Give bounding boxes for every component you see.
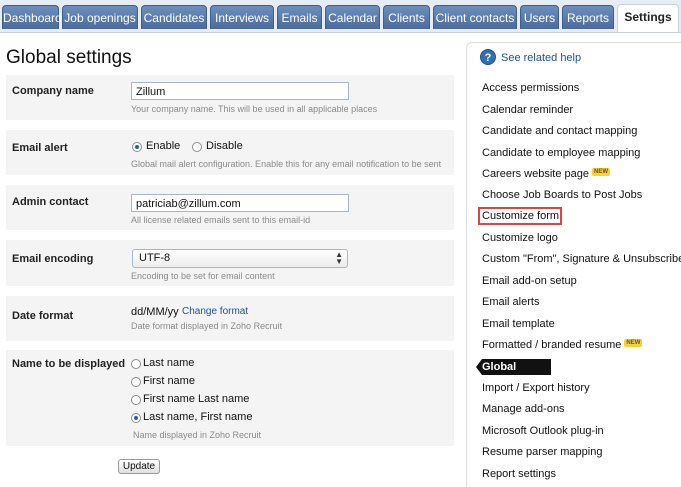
sidebar-item-manage-addons[interactable]: Manage add-ons <box>482 403 565 415</box>
sidebar-item-job-boards[interactable]: Choose Job Boards to Post Jobs <box>482 189 642 201</box>
sidebar-item-email-template[interactable]: Email template <box>482 318 555 330</box>
update-button[interactable]: Update <box>118 459 160 474</box>
sidebar-item-resume-parser-mapping[interactable]: Resume parser mapping <box>482 446 602 458</box>
admin-contact-helper: All license related emails sent to this … <box>131 215 311 225</box>
name-option-last-label[interactable]: Last name <box>143 357 194 369</box>
select-arrows-icon: ▲ ▼ <box>335 250 343 266</box>
new-badge: NEW <box>592 168 611 176</box>
change-format-link[interactable]: Change format <box>182 306 248 317</box>
name-option-last-first-label[interactable]: Last name, First name <box>143 411 252 423</box>
email-alert-helper: Global mail alert configuration. Enable … <box>131 159 442 169</box>
name-option-last-first-radio[interactable] <box>131 413 141 423</box>
sidebar-item-custom-from-signature[interactable]: Custom "From", Signature & Unsubscribe <box>482 253 681 265</box>
tab-interviews[interactable]: Interviews <box>210 5 274 29</box>
email-alert-enable-radio[interactable] <box>132 142 142 152</box>
date-format-value: dd/MM/yy <box>131 306 179 318</box>
sidebar-item-customize-logo[interactable]: Customize logo <box>482 232 558 244</box>
tab-job-openings[interactable]: Job openings <box>62 5 138 29</box>
email-encoding-select[interactable]: UTF-8 ▲ ▼ <box>132 249 348 268</box>
sidebar-item-label: Formatted / branded resume <box>482 339 622 351</box>
sidebar-item-careers-website-page[interactable]: Careers website page NEW <box>482 168 611 180</box>
new-badge: NEW <box>624 339 643 347</box>
email-alert-enable-label[interactable]: Enable <box>146 140 180 152</box>
sidebar-item-access-permissions[interactable]: Access permissions <box>482 82 579 94</box>
sidebar-item-outlook-plugin[interactable]: Microsoft Outlook plug-in <box>482 425 604 437</box>
name-display-helper: Name displayed in Zoho Recruit <box>133 430 262 440</box>
admin-contact-label: Admin contact <box>12 196 89 208</box>
company-name-helper: Your company name. This will be used in … <box>131 104 378 114</box>
see-related-help-link[interactable]: See related help <box>501 52 581 64</box>
name-display-label: Name to be displayed <box>12 358 126 370</box>
date-format-label: Date format <box>12 310 74 322</box>
sidebar-item-calendar-reminder[interactable]: Calendar reminder <box>482 104 573 116</box>
email-alert-disable-radio[interactable] <box>192 142 202 152</box>
name-option-first-radio[interactable] <box>131 377 141 387</box>
sidebar-item-branded-resume[interactable]: Formatted / branded resume NEW <box>482 339 643 351</box>
email-alert-label: Email alert <box>12 142 68 154</box>
tab-candidates[interactable]: Candidates <box>141 5 207 29</box>
sidebar-item-import-export-history[interactable]: Import / Export history <box>482 382 590 394</box>
tab-dashboard[interactable]: Dashboard <box>2 5 62 29</box>
tab-clients[interactable]: Clients <box>383 5 430 29</box>
email-encoding-value: UTF-8 <box>139 252 171 264</box>
sidebar-item-customize-form[interactable]: Customize form <box>482 210 559 222</box>
sidebar-item-global-settings[interactable]: Global settings <box>476 359 551 375</box>
company-name-input[interactable]: Zillum <box>131 82 349 100</box>
company-name-label: Company name <box>12 85 94 97</box>
name-option-first-last-radio[interactable] <box>131 395 141 405</box>
admin-contact-input[interactable]: patriciab@zillum.com <box>131 194 349 212</box>
email-alert-disable-label[interactable]: Disable <box>206 140 243 152</box>
email-encoding-label: Email encoding <box>12 253 94 265</box>
sidebar-item-email-addon-setup[interactable]: Email add-on setup <box>482 275 577 287</box>
date-format-helper: Date format displayed in Zoho Recruit <box>131 321 283 331</box>
tab-calendar[interactable]: Calendar <box>325 5 380 29</box>
sidebar-item-label: Careers website page <box>482 168 590 180</box>
name-option-first-last-label[interactable]: First name Last name <box>143 393 249 405</box>
date-format-row: Date format <box>6 296 454 341</box>
tab-emails[interactable]: Emails <box>277 5 322 29</box>
sidebar-item-candidate-employee-mapping[interactable]: Candidate to employee mapping <box>482 147 640 159</box>
page-title: Global settings <box>6 47 132 68</box>
tab-reports[interactable]: Reports <box>562 5 614 29</box>
tab-settings[interactable]: Settings <box>617 4 679 32</box>
sidebar-item-report-settings[interactable]: Report settings <box>482 468 556 480</box>
email-encoding-helper: Encoding to be set for email content <box>131 271 275 281</box>
tab-client-contacts[interactable]: Client contacts <box>433 5 517 29</box>
sidebar-item-candidate-contact-mapping[interactable]: Candidate and contact mapping <box>482 125 637 137</box>
name-option-first-label[interactable]: First name <box>143 375 195 387</box>
top-navigation: Dashboard Job openings Candidates Interv… <box>0 0 681 33</box>
name-option-last-radio[interactable] <box>131 359 141 369</box>
tab-users[interactable]: Users <box>520 5 559 29</box>
help-icon[interactable]: ? <box>480 49 496 65</box>
sidebar-item-email-alerts[interactable]: Email alerts <box>482 296 539 308</box>
